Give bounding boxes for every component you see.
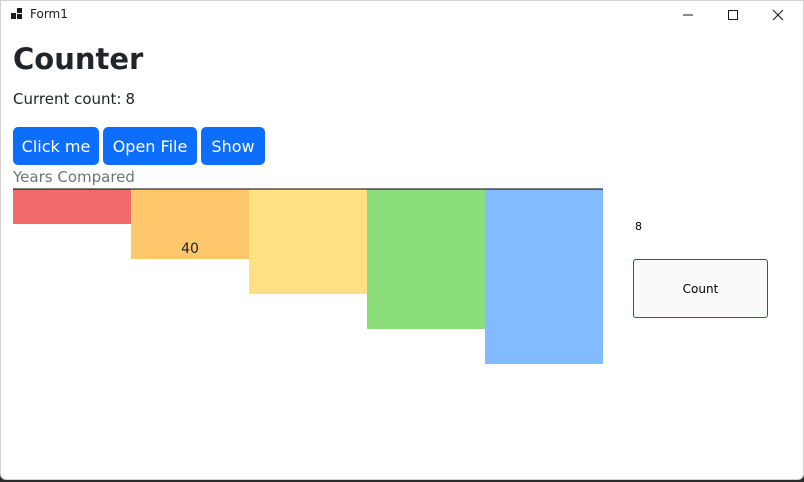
chart-bar-3 bbox=[249, 189, 367, 294]
chart-data-label-2: 40 bbox=[181, 241, 199, 257]
chart-bar-4 bbox=[367, 189, 485, 329]
side-count-value: 8 bbox=[635, 220, 642, 233]
chart-bar-1 bbox=[13, 189, 131, 224]
count-button[interactable]: Count bbox=[633, 259, 768, 318]
chart-bar-5 bbox=[485, 189, 603, 364]
bar-chart: 40 bbox=[13, 188, 603, 364]
app-window: Form1 Counter Current count: 8 Click me O… bbox=[0, 0, 804, 480]
